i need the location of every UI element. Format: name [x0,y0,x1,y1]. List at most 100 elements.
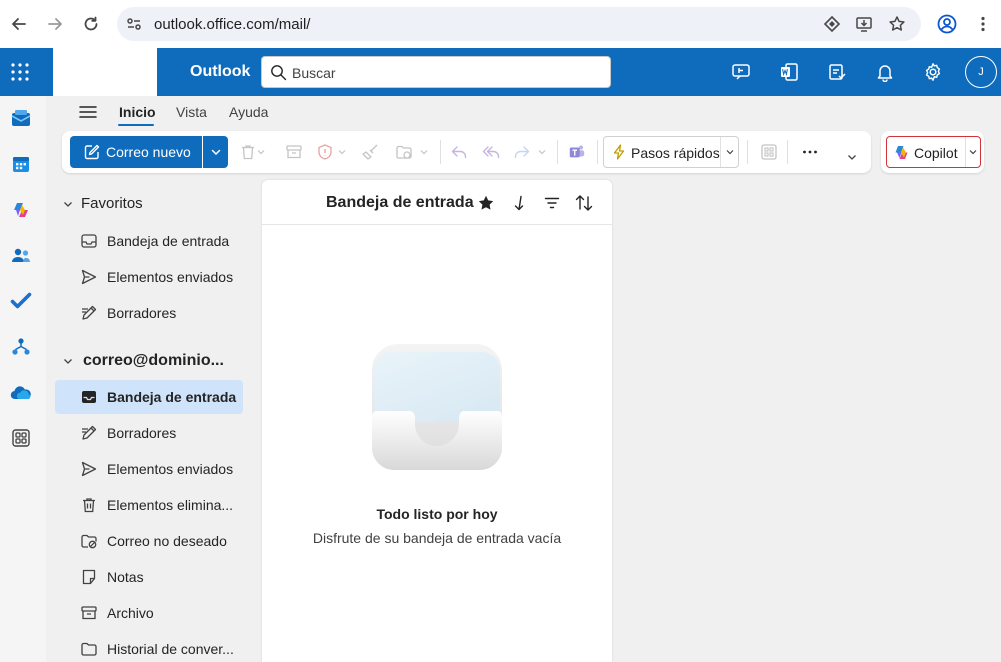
people-app-icon[interactable] [8,243,34,269]
filter-icon[interactable] [542,193,562,213]
toolbar-divider [597,140,598,164]
folder-conversation-history[interactable]: Historial de conver... [55,632,243,662]
folder-favorites-drafts[interactable]: Borradores [55,296,243,330]
move-to-folder-icon[interactable] [395,143,413,161]
install-app-icon[interactable] [855,15,873,33]
report-dropdown-icon[interactable] [337,143,347,161]
site-info-icon[interactable] [125,15,143,33]
folder-sent[interactable]: Elementos enviados [55,452,243,486]
trash-icon [80,496,98,514]
sweep-broom-icon[interactable] [362,143,380,161]
inbox-icon [80,232,98,250]
quick-steps-label: Pasos rápidos [631,145,720,161]
browser-menu-button[interactable] [965,6,1001,42]
copilot-button[interactable]: Copilot [886,136,981,168]
app-title[interactable]: Outlook [190,63,250,81]
back-arrow-icon [12,18,26,30]
inbox-icon [80,388,98,406]
folder-label: Bandeja de entrada [107,233,230,249]
folder-favorites-sent[interactable]: Elementos enviados [55,260,243,294]
reload-button[interactable] [73,6,109,42]
favorite-star-icon[interactable] [476,193,496,213]
org-explorer-icon[interactable] [8,334,34,360]
search-box[interactable] [261,56,611,88]
folder-label: Bandeja de entrada [107,389,237,405]
archive-icon[interactable] [285,143,303,161]
forward-icon[interactable] [513,143,531,161]
delete-dropdown-icon[interactable] [256,143,266,161]
back-button[interactable] [1,6,37,42]
forward-button[interactable] [37,6,73,42]
tab-ayuda[interactable]: Ayuda [229,104,268,120]
profile-icon [937,14,957,34]
app-header: Outlook [0,48,1001,96]
lightning-icon [611,144,627,160]
folder-junk[interactable]: Correo no deseado [55,524,243,558]
my-day-icon[interactable] [825,60,849,84]
todo-app-icon[interactable] [8,288,34,314]
meet-now-icon[interactable] [729,60,753,84]
folder-notes[interactable]: Notas [55,560,243,594]
hamburger-menu-icon[interactable] [78,104,98,120]
onedrive-app-icon[interactable] [8,380,34,406]
folder-archive[interactable]: Archivo [55,596,243,630]
more-apps-icon[interactable] [8,425,34,451]
teams-icon[interactable] [568,143,586,161]
avatar-initial: J [978,66,984,78]
reply-icon[interactable] [450,143,468,161]
empty-inbox-illustration [370,342,504,474]
toolbar-divider [747,140,748,164]
split-divider [720,137,721,167]
reply-all-icon[interactable] [482,143,500,161]
folder-label: Notas [107,569,144,585]
app-launcher-icon[interactable] [11,63,29,81]
profile-button[interactable] [929,6,965,42]
folder-label: Borradores [107,305,177,321]
notes-icon [80,568,98,586]
folder-favorites-inbox[interactable]: Bandeja de entrada [55,224,243,258]
report-shield-icon[interactable] [316,143,334,161]
tab-vista[interactable]: Vista [176,104,207,120]
empty-state-subtitle: Disfrute de su bandeja de entrada vacía [312,530,562,546]
extension-icon[interactable] [823,15,841,33]
more-vertical-icon [981,16,985,32]
move-dropdown-icon[interactable] [419,143,429,161]
folder-inbox[interactable]: Bandeja de entrada [55,380,243,414]
folder-drafts[interactable]: Borradores [55,416,243,450]
settings-gear-icon[interactable] [921,60,945,84]
calendar-app-icon[interactable] [8,151,34,177]
new-mail-button[interactable]: Correo nuevo [70,136,202,168]
account-title[interactable]: correo@dominio... [83,352,224,370]
folder-label: Historial de conver... [107,641,234,657]
sort-icon[interactable] [574,193,594,213]
mail-app-icon[interactable] [8,106,34,132]
forward-dropdown-icon[interactable] [537,143,547,161]
drafts-icon [80,304,98,322]
favorites-title[interactable]: Favoritos [81,195,143,212]
word-icon[interactable] [777,60,801,84]
delete-icon[interactable] [239,143,257,161]
copilot-app-icon[interactable] [8,197,34,223]
toolbar-divider [557,140,558,164]
organization-logo [53,48,157,96]
new-mail-dropdown-button[interactable] [203,136,228,168]
expand-ribbon-chevron-icon[interactable] [845,150,859,164]
send-icon [80,268,98,286]
search-input[interactable] [292,63,592,83]
quick-steps-button[interactable]: Pasos rápidos [603,136,739,168]
favorites-chevron-down-icon[interactable] [62,198,74,210]
empty-state-title: Todo listo por hoy [376,506,498,522]
tab-inicio[interactable]: Inicio [119,104,156,120]
notifications-bell-icon[interactable] [873,60,897,84]
jump-to-icon[interactable] [510,193,530,213]
avatar[interactable]: J [965,56,997,88]
split-divider [965,137,966,167]
bookmark-star-icon[interactable] [888,15,906,33]
more-options-icon[interactable] [801,143,819,161]
account-chevron-down-icon[interactable] [62,355,74,367]
view-grid-icon[interactable] [760,143,778,161]
copilot-chevron-down-icon[interactable] [968,147,978,157]
quick-steps-chevron-down-icon[interactable] [725,147,735,157]
address-bar[interactable]: outlook.office.com/mail/ [117,7,921,41]
folder-deleted[interactable]: Elementos elimina... [55,488,243,522]
